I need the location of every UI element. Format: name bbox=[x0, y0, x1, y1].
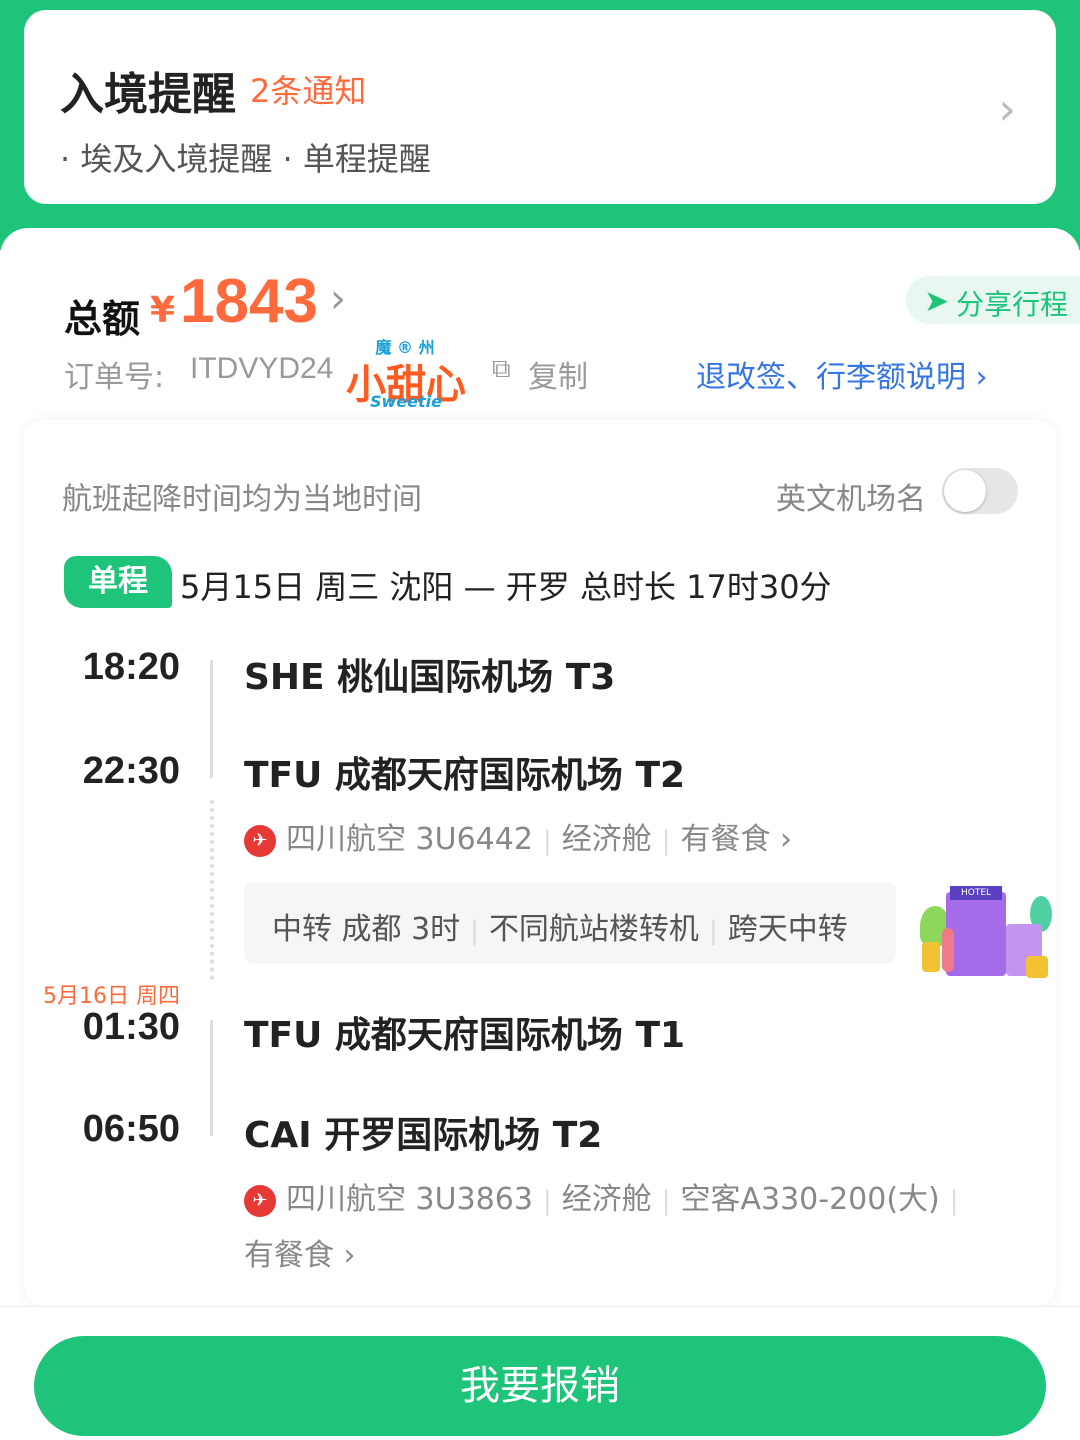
departure-airport: SHE 桃仙国际机场 T3 bbox=[244, 657, 616, 698]
transfer-dotted-line bbox=[210, 800, 214, 980]
departure-airport: TFU 成都天府国际机场 T1 bbox=[244, 1015, 686, 1056]
share-itinerary-button[interactable]: ➤ 分享行程 bbox=[906, 276, 1080, 324]
refund-baggage-policy-link[interactable]: 退改签、行李额说明 › bbox=[696, 352, 988, 396]
order-number: ITDVYD24 bbox=[190, 352, 334, 385]
airline-flight-number: 四川航空 3U6442 bbox=[286, 822, 533, 857]
departure-time: 01:30 bbox=[82, 1006, 180, 1048]
currency-symbol: ¥ bbox=[150, 290, 176, 331]
arrival-time: 22:30 bbox=[82, 750, 180, 792]
share-itinerary-label: 分享行程 bbox=[956, 288, 1069, 321]
transfer-city-duration: 中转 成都 3时 bbox=[272, 912, 461, 947]
flight-info-row[interactable]: ✈ 四川航空 3U3863 | 经济舱 | 空客A330-200(大) | bbox=[244, 1174, 969, 1218]
arrival-airport: CAI 开罗国际机场 T2 bbox=[244, 1115, 603, 1156]
arrival-time: 06:50 bbox=[82, 1108, 180, 1150]
hotel-illustration[interactable]: HOTEL bbox=[912, 884, 1052, 984]
segment-line bbox=[210, 1020, 213, 1136]
arrival-airport: TFU 成都天府国际机场 T2 bbox=[244, 755, 686, 796]
segment-line bbox=[210, 660, 213, 778]
divider: | bbox=[949, 1186, 959, 1216]
divider: | bbox=[661, 1186, 671, 1216]
meal-info: 有餐食 › bbox=[680, 822, 793, 857]
divider: | bbox=[708, 916, 718, 946]
trip-type-badge: 单程 bbox=[64, 556, 172, 608]
hotel-sign: HOTEL bbox=[950, 886, 1002, 900]
order-number-label: 订单号: bbox=[64, 360, 165, 395]
aircraft-type: 空客A330-200(大) bbox=[680, 1182, 940, 1217]
cabin-class: 经济舱 bbox=[561, 822, 652, 857]
total-label: 总额 bbox=[64, 297, 141, 341]
entry-reminder-card[interactable]: 入境提醒 2条通知 · 埃及入境提醒 · 单程提醒 › bbox=[24, 10, 1056, 204]
cabin-class: 经济舱 bbox=[561, 1182, 652, 1217]
notification-count: 2条通知 bbox=[250, 72, 367, 110]
copy-button[interactable]: 复制 bbox=[528, 352, 588, 396]
luggage-icon bbox=[922, 942, 940, 972]
divider: | bbox=[542, 1186, 552, 1216]
english-airport-label: 英文机场名 bbox=[776, 482, 926, 517]
luggage-icon bbox=[1026, 956, 1048, 978]
watermark-logo: 魔 ® 州 小甜心 Sweetie bbox=[340, 330, 470, 418]
traveler-icon bbox=[942, 928, 954, 972]
flight-info-row[interactable]: ✈ 四川航空 3U6442 | 经济舱 | 有餐食 › bbox=[244, 814, 792, 858]
expense-claim-button[interactable]: 我要报销 bbox=[34, 1336, 1046, 1436]
transfer-info-box: 中转 成都 3时 | 不同航站楼转机 | 跨天中转 bbox=[244, 882, 896, 964]
copy-icon[interactable]: ⧉ bbox=[492, 354, 511, 385]
transfer-details: 中转 成都 3时 | 不同航站楼转机 | 跨天中转 bbox=[272, 904, 848, 948]
transfer-overnight: 跨天中转 bbox=[727, 912, 848, 947]
airline-flight-number: 四川航空 3U3863 bbox=[286, 1182, 533, 1217]
chevron-right-icon: › bbox=[998, 84, 1016, 135]
sichuan-airlines-logo-icon: ✈ bbox=[244, 1184, 276, 1217]
watermark-sub-text: Sweetie bbox=[370, 392, 442, 411]
departure-time: 18:20 bbox=[82, 646, 180, 688]
total-amount[interactable]: 1843 bbox=[180, 266, 318, 337]
divider: | bbox=[470, 916, 479, 946]
transfer-terminal: 不同航站楼转机 bbox=[488, 912, 699, 947]
hotel-building-icon bbox=[946, 892, 1006, 976]
entry-reminder-items: · 埃及入境提醒 · 单程提醒 bbox=[60, 140, 431, 178]
sichuan-airlines-logo-icon: ✈ bbox=[244, 824, 276, 857]
toggle-knob bbox=[944, 470, 986, 512]
send-icon: ➤ bbox=[924, 284, 950, 319]
chevron-right-icon[interactable]: › bbox=[330, 276, 346, 322]
trip-summary: 5月15日 周三 沈阳 — 开罗 总时长 17时30分 bbox=[180, 568, 832, 606]
meal-info[interactable]: 有餐食 › bbox=[244, 1230, 356, 1274]
entry-reminder-title: 入境提醒 bbox=[60, 69, 236, 120]
local-time-note: 航班起降时间均为当地时间 bbox=[62, 482, 422, 517]
english-airport-toggle[interactable] bbox=[942, 468, 1018, 514]
divider: | bbox=[542, 826, 552, 856]
divider: | bbox=[661, 826, 671, 856]
